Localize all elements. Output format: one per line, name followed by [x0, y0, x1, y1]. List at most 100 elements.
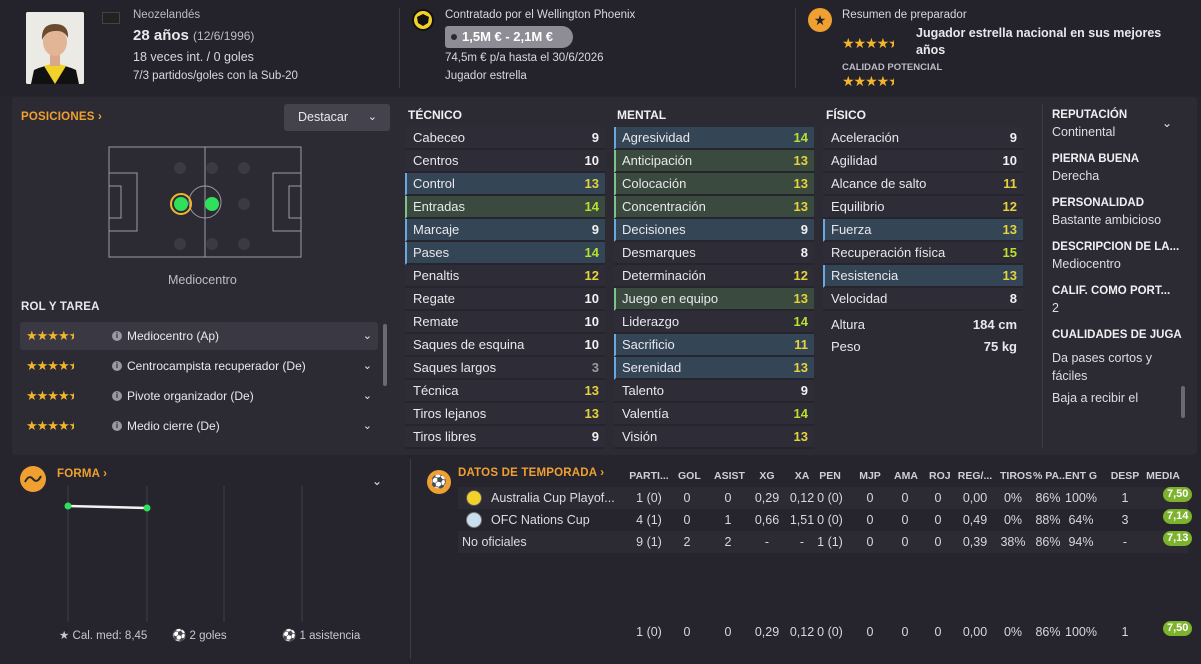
stats-column-header[interactable]: MEDIA	[1142, 470, 1184, 482]
attribute-row[interactable]: Entradas 14	[405, 196, 605, 219]
stats-column-header[interactable]: AMA	[894, 470, 918, 482]
attribute-name: Anticipación	[622, 153, 693, 168]
transfer-value-tag[interactable]: 1,5M € - 2,1M €	[445, 26, 573, 48]
attribute-row[interactable]: Determinación 12	[614, 265, 814, 288]
stats-column-header[interactable]: ASIST	[714, 470, 745, 482]
stats-column-header[interactable]: ENT G	[1065, 470, 1097, 482]
star-icon: ★	[59, 630, 70, 642]
attribute-value: 13	[793, 199, 808, 214]
attribute-row[interactable]: Remate 10	[405, 311, 605, 334]
attribute-row[interactable]: Desmarques 8	[614, 242, 814, 265]
highlight-dropdown[interactable]: Destacar ⌄	[284, 104, 390, 131]
stats-row[interactable]: No oficiales 9 (1) 2 2- -1 (1) 0 0 0 0,39 38% 86% 9…	[458, 531, 1193, 553]
attribute-row[interactable]: Resistencia 13	[823, 265, 1023, 288]
stats-cell: 100%	[1065, 625, 1097, 639]
attribute-row[interactable]: Talento 9	[614, 380, 814, 403]
info-icon[interactable]: i	[112, 361, 122, 371]
attribute-row[interactable]: Tiros lejanos 13	[405, 403, 605, 426]
stats-column-header[interactable]: DESP	[1110, 470, 1140, 482]
chevron-right-icon: ›	[600, 467, 605, 479]
attribute-row[interactable]: Control 13	[405, 173, 605, 196]
stats-column-header[interactable]: % PA...	[1033, 470, 1068, 482]
attribute-row[interactable]: Velocidad 8	[823, 288, 1023, 311]
stats-row[interactable]: 1 (0) 0 0 0,29 0,12 0 (0) 0 0 0 0,00 0% 86% 100% 1 7,5…	[458, 621, 1193, 643]
attribute-row[interactable]: Serenidad 13	[614, 357, 814, 380]
attribute-row[interactable]: Agresividad 14	[614, 127, 814, 150]
attribute-row[interactable]: Concentración 13	[614, 196, 814, 219]
role-row[interactable]: ★★★★★ i Centrocampista recuperador (De) …	[20, 352, 378, 380]
attribute-row[interactable]: Agilidad 10	[823, 150, 1023, 173]
player-avatar[interactable]	[26, 12, 84, 84]
attribute-row[interactable]: Sacrificio 11	[614, 334, 814, 357]
stats-column-header[interactable]: TIROS	[1000, 470, 1032, 482]
potential-label: CALIDAD POTENCIAL	[842, 62, 943, 73]
stats-cell: 0,29	[754, 491, 780, 505]
role-row[interactable]: ★★★★★ i Mediocentro (Ap) ⌄	[20, 322, 378, 350]
attribute-row[interactable]: Penaltis 12	[405, 265, 605, 288]
chevron-down-icon[interactable]: ⌄	[363, 322, 372, 350]
competition-name: OFC Nations Cup	[491, 513, 590, 527]
info-icon[interactable]: i	[112, 331, 122, 341]
attribute-value: 3	[591, 360, 599, 375]
attribute-name: Aceleración	[831, 130, 899, 145]
attribute-name: Penaltis	[413, 268, 460, 283]
form-chart	[64, 486, 303, 622]
attribute-row[interactable]: Aceleración 9	[823, 127, 1023, 150]
season-stats-title[interactable]: DATOS DE TEMPORADA ›	[458, 467, 604, 479]
attribute-row[interactable]: Cabeceo 9	[405, 127, 605, 150]
attribute-row[interactable]: Marcaje 9	[405, 219, 605, 242]
attribute-row[interactable]: Saques de esquina 10	[405, 334, 605, 357]
attribute-row[interactable]: Valentía 14	[614, 403, 814, 426]
stats-cell: 2	[724, 535, 732, 549]
chevron-down-icon[interactable]: ⌄	[363, 382, 372, 410]
chevron-down-icon[interactable]: ⌄	[363, 412, 372, 440]
role-row[interactable]: ★★★★★ i Pivote organizador (De) ⌄	[20, 382, 378, 410]
attribute-row[interactable]: Tiros libres 9	[405, 426, 605, 449]
stats-cell: 0	[901, 513, 909, 527]
chevron-down-icon[interactable]: ⌄	[363, 352, 372, 380]
stats-row[interactable]: Australia Cup Playof... 1 (0) 0 0 0,29 0,12 0 …	[458, 487, 1193, 509]
stats-cell: 0	[934, 625, 942, 639]
attribute-row[interactable]: Fuerza 13	[823, 219, 1023, 242]
role-row[interactable]: ★★★★★ i Medio cierre (De) ⌄	[20, 412, 378, 440]
assists-text: 1 asistencia	[299, 630, 361, 642]
attribute-row[interactable]: Equilibrio 12	[823, 196, 1023, 219]
attribute-row[interactable]: Saques largos 3	[405, 357, 605, 380]
attribute-row[interactable]: Anticipación 13	[614, 150, 814, 173]
attribute-row[interactable]: Recuperación física 15	[823, 242, 1023, 265]
info-icon[interactable]: i	[112, 421, 122, 431]
attribute-value: 13	[793, 291, 808, 306]
attribute-row[interactable]: Juego en equipo 13	[614, 288, 814, 311]
gk-rating-value: 2	[1052, 301, 1059, 315]
club-badge-icon[interactable]	[412, 9, 434, 31]
club-contract[interactable]: Contratado por el Wellington Phoenix	[445, 9, 635, 21]
attribute-row[interactable]: Visión 13	[614, 426, 814, 449]
attribute-name: Tiros lejanos	[413, 406, 487, 421]
attribute-row[interactable]: Decisiones 9	[614, 219, 814, 242]
stats-column-header[interactable]: ROJ	[929, 470, 951, 482]
form-title[interactable]: FORMA ›	[57, 468, 107, 480]
info-icon[interactable]: i	[112, 391, 122, 401]
stats-column-header[interactable]: PEN	[814, 470, 846, 482]
reputation-chevron-down-icon[interactable]: ⌄	[1162, 116, 1172, 130]
attribute-row[interactable]: Alcance de salto 11	[823, 173, 1023, 196]
positions-title[interactable]: POSICIONES ›	[21, 111, 102, 123]
stats-column-header[interactable]: MJP	[859, 470, 881, 482]
stats-row[interactable]: OFC Nations Cup 4 (1) 0 1 0,66 1,51 0 (0) 0 0 0 0,…	[458, 509, 1193, 531]
attribute-name: Remate	[413, 314, 459, 329]
role-list-scrollbar[interactable]	[383, 324, 387, 386]
attribute-row[interactable]: Centros 10	[405, 150, 605, 173]
info-scrollbar[interactable]	[1181, 386, 1185, 418]
attribute-row[interactable]: Liderazgo 14	[614, 311, 814, 334]
stats-column-header[interactable]: PARTI...	[629, 470, 669, 482]
highlight-dropdown-value: Destacar	[298, 110, 349, 124]
attribute-row[interactable]: Pases 14	[405, 242, 605, 265]
attribute-row[interactable]: Técnica 13	[405, 380, 605, 403]
stats-column-header[interactable]: XG	[752, 470, 782, 482]
attribute-row[interactable]: Regate 10	[405, 288, 605, 311]
attribute-name: Tiros libres	[413, 429, 477, 444]
stats-column-header[interactable]: GOL	[678, 470, 701, 482]
attribute-row[interactable]: Colocación 13	[614, 173, 814, 196]
stats-column-header[interactable]: REG/...	[955, 470, 995, 482]
stats-column-header[interactable]: XA	[787, 470, 817, 482]
